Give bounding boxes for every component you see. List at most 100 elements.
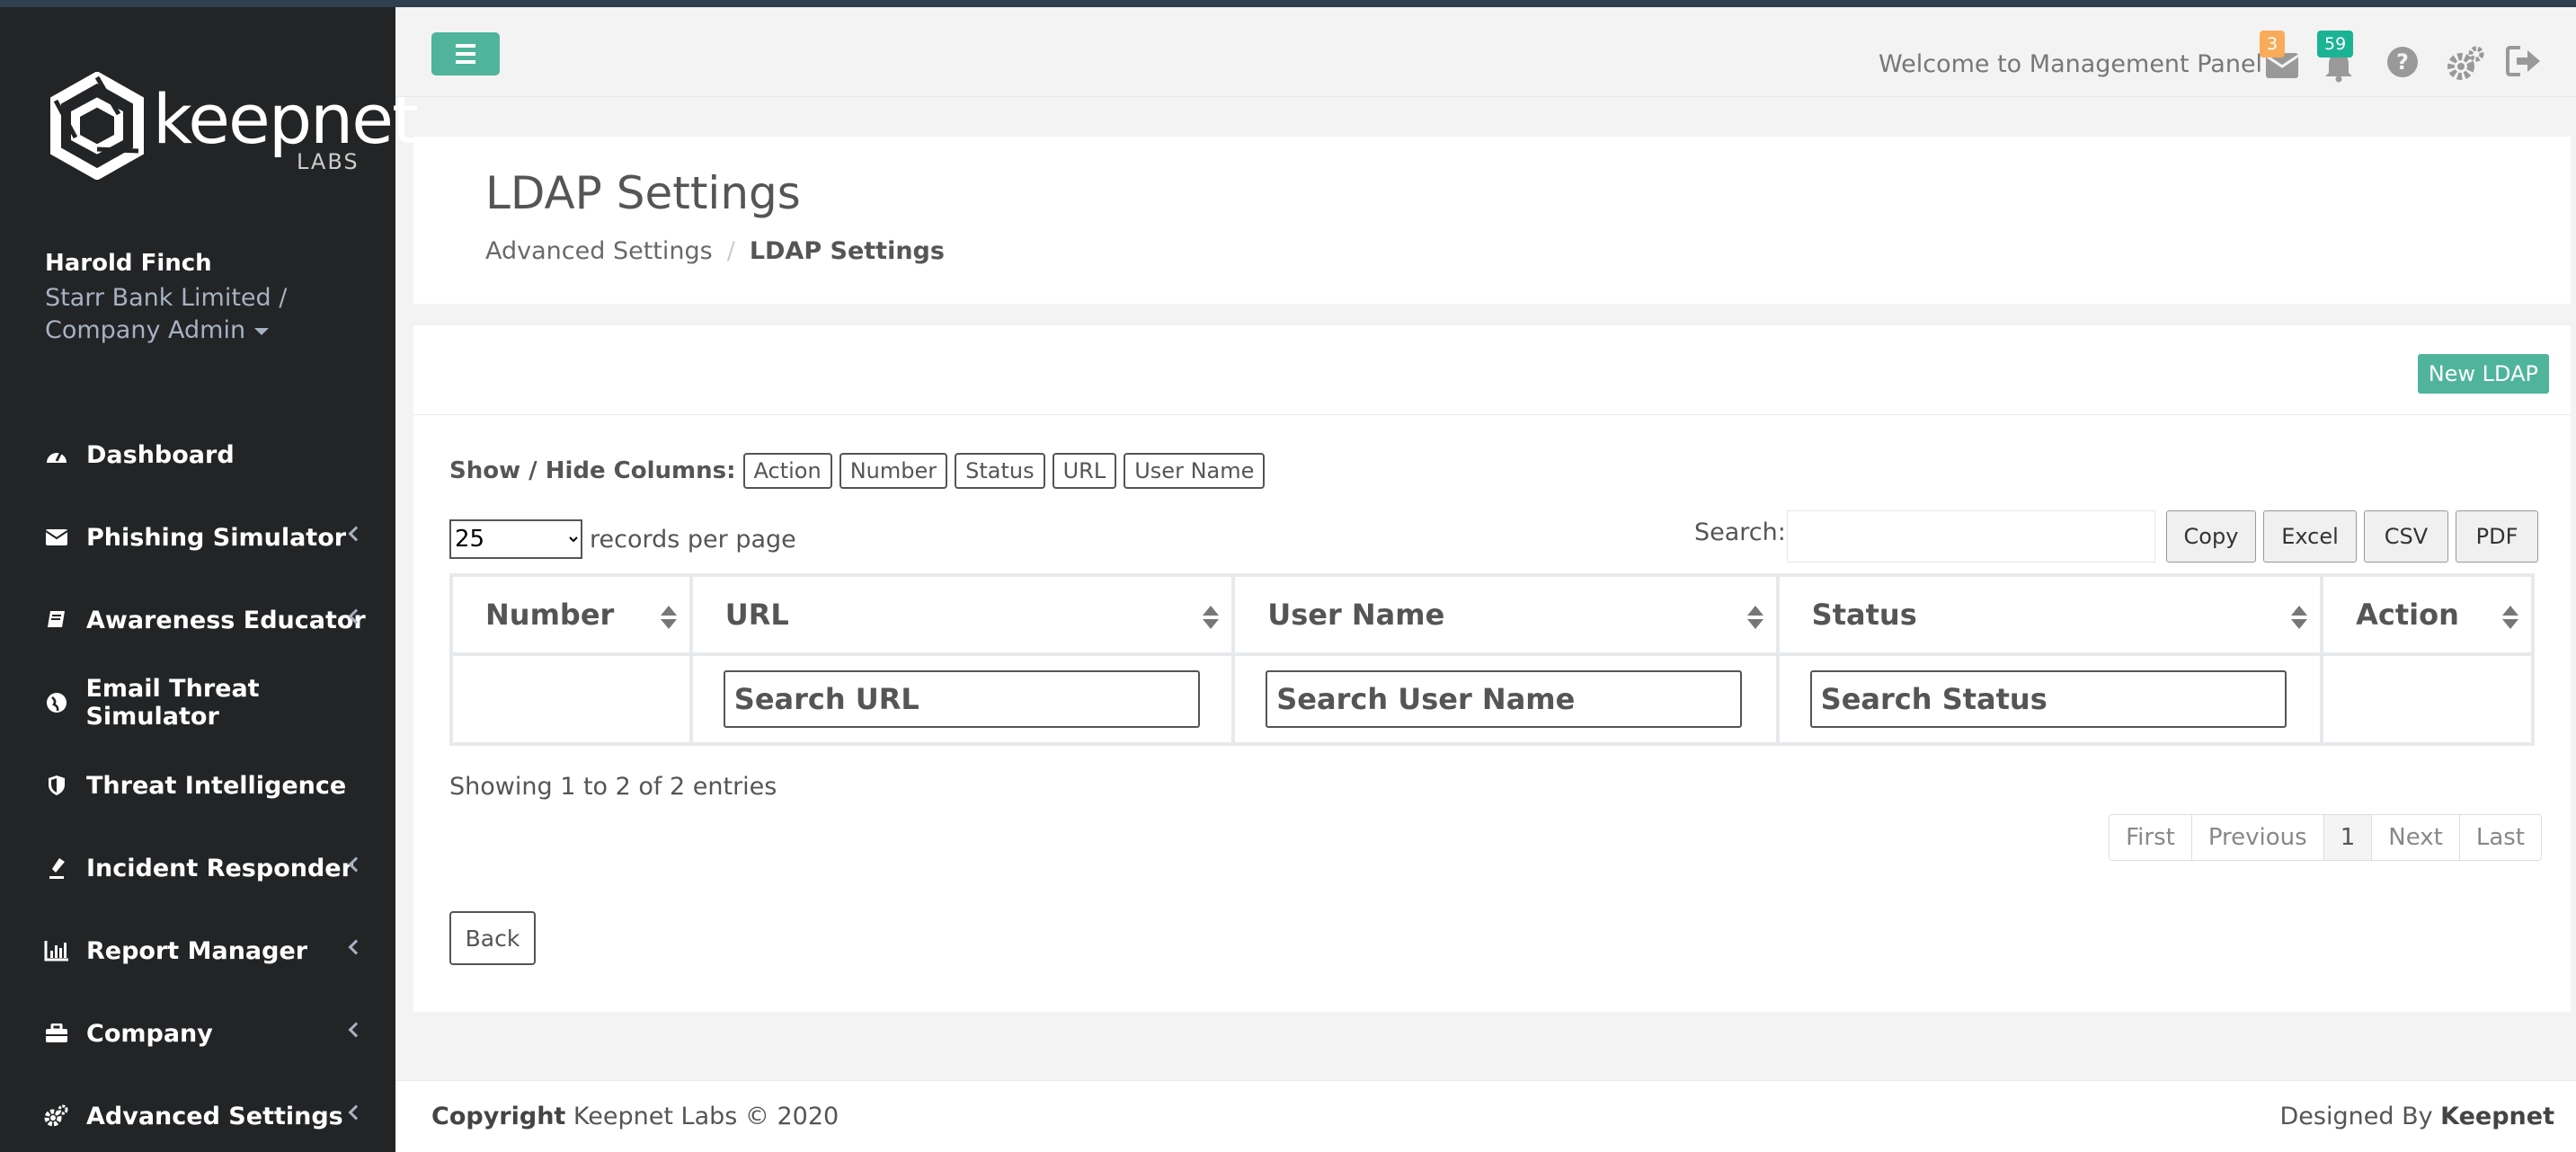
sidebar-item-incident-responder[interactable]: Incident Responder: [0, 827, 395, 909]
sidebar-item-report-manager[interactable]: Report Manager: [0, 909, 395, 992]
sidebar-item-company[interactable]: Company: [0, 992, 395, 1075]
profile-role: Company Admin: [45, 316, 246, 344]
sidebar-item-label: Awareness Educator: [86, 606, 366, 634]
pdf-button[interactable]: PDF: [2456, 510, 2538, 563]
table-info: Showing 1 to 2 of 2 entries: [449, 773, 777, 801]
chevron-left-icon: [348, 1022, 364, 1038]
logout-button[interactable]: [2506, 45, 2542, 81]
hamburger-icon-bar: [456, 52, 475, 56]
sidebar-item-label: Incident Responder: [86, 854, 353, 882]
sidebar-item-label: Threat Intelligence: [86, 771, 347, 800]
sidebar-item-label: Phishing Simulator: [86, 523, 347, 552]
page-heading-panel: LDAP Settings Advanced Settings / LDAP Set…: [413, 137, 2571, 304]
sidebar-nav: Dashboard Phishing Simulator Awareness E…: [0, 413, 395, 1152]
sidebar-item-label: Email Threat Simulator: [85, 675, 260, 731]
sidebar-item-label: Dashboard: [86, 440, 235, 469]
sidebar-item-email-threat-simulator[interactable]: Email Threat Simulator: [0, 661, 395, 744]
notifications-button[interactable]: 59: [2317, 31, 2358, 83]
logo-mark-icon: [50, 72, 144, 180]
back-button[interactable]: Back: [449, 911, 536, 965]
ldap-list-panel: New LDAP Show / Hide Columns: Action Num…: [413, 325, 2571, 1012]
sidebar-item-label: Report Manager: [86, 936, 308, 965]
column-header-action[interactable]: Action: [2320, 573, 2535, 656]
filter-cell-url: [688, 652, 1236, 746]
top-strip: [0, 0, 2576, 7]
sidebar-item-advanced-settings[interactable]: Advanced Settings: [0, 1075, 395, 1152]
book-icon: [43, 607, 70, 634]
records-per-page-label: records per page: [590, 525, 796, 554]
breadcrumb-current: LDAP Settings: [749, 237, 945, 265]
column-header-user-name[interactable]: User Name: [1231, 573, 1780, 656]
chevron-left-icon: [348, 1104, 364, 1121]
sort-icon: [2502, 606, 2518, 631]
footer-copyright: Copyright Keepnet Labs © 2020: [431, 1103, 839, 1130]
table-header-row: Number URL User Name Status Action: [449, 573, 2535, 656]
search-user-name-input[interactable]: [1266, 670, 1743, 728]
new-ldap-button[interactable]: New LDAP: [2417, 354, 2549, 394]
pagination-next[interactable]: Next: [2371, 814, 2460, 861]
records-per-page-select[interactable]: 25: [449, 519, 582, 559]
sidebar-item-awareness-educator[interactable]: Awareness Educator: [0, 579, 395, 661]
column-visibility-toggles: Show / Hide Columns: Action Number Statu…: [449, 453, 1266, 489]
pagination: First Previous 1 Next Last: [2109, 814, 2542, 861]
sidebar-item-phishing-simulator[interactable]: Phishing Simulator: [0, 496, 395, 579]
toggle-column-url[interactable]: URL: [1052, 453, 1117, 489]
toggle-column-user-name[interactable]: User Name: [1124, 453, 1266, 489]
menu-toggle-button[interactable]: [431, 32, 500, 75]
excel-button[interactable]: Excel: [2263, 510, 2357, 563]
breadcrumb-link-advanced-settings[interactable]: Advanced Settings: [485, 237, 713, 265]
panel-header: New LDAP: [413, 325, 2571, 415]
table-search-input[interactable]: [1787, 510, 2155, 563]
shield-icon: [43, 772, 70, 799]
dashboard-icon: [43, 441, 70, 468]
search-label: Search:: [1694, 518, 1786, 546]
fire-extinguisher-icon: [43, 855, 70, 882]
question-circle-icon: ?: [2387, 47, 2418, 77]
filter-cell-status: [1775, 652, 2324, 746]
footer: Copyright Keepnet Labs © 2020 Designed B…: [395, 1080, 2576, 1152]
column-header-status[interactable]: Status: [1775, 573, 2324, 656]
column-header-number[interactable]: Number: [449, 573, 693, 656]
sidebar-item-dashboard[interactable]: Dashboard: [0, 413, 395, 496]
footer-designed-by: Designed By Keepnet: [2280, 1103, 2554, 1130]
profile-name: Harold Finch: [45, 250, 212, 277]
pagination-last[interactable]: Last: [2458, 814, 2542, 861]
column-header-url[interactable]: URL: [688, 573, 1236, 656]
keepnet-logo[interactable]: keepnet LABS: [43, 66, 419, 192]
sort-icon: [2291, 606, 2308, 631]
settings-button[interactable]: [2447, 45, 2484, 81]
copyright-label: Copyright: [431, 1103, 566, 1130]
filter-cell-action: [2320, 652, 2535, 746]
mail-button[interactable]: 3: [2260, 31, 2301, 81]
sort-icon: [1746, 606, 1763, 631]
csv-button[interactable]: CSV: [2364, 510, 2448, 563]
help-button[interactable]: ?: [2385, 45, 2421, 81]
notification-count-badge: 59: [2317, 31, 2354, 58]
copy-button[interactable]: Copy: [2166, 510, 2256, 563]
toggle-column-number[interactable]: Number: [839, 453, 948, 489]
svg-text:?: ?: [2396, 49, 2409, 75]
filter-cell-user-name: [1231, 652, 1780, 746]
sidebar-item-threat-intelligence[interactable]: Threat Intelligence: [0, 744, 395, 827]
top-header: Welcome to Management Panel 3 59 ?: [395, 7, 2576, 97]
gears-icon: [2447, 46, 2484, 80]
gears-icon: [43, 1103, 70, 1130]
toggle-column-action[interactable]: Action: [742, 453, 832, 489]
sidebar-item-label: Advanced Settings: [86, 1102, 343, 1130]
chevron-left-icon: [348, 939, 364, 955]
search-url-input[interactable]: [723, 670, 1200, 728]
logo-subtext: LABS: [297, 149, 360, 174]
profile-company-dropdown[interactable]: Starr Bank Limited / Company Admin: [45, 282, 369, 347]
show-hide-columns-label: Show / Hide Columns:: [449, 457, 736, 484]
pagination-first[interactable]: First: [2109, 814, 2192, 861]
pagination-previous[interactable]: Previous: [2190, 814, 2324, 861]
search-status-input[interactable]: [1809, 670, 2287, 728]
pagination-page-1[interactable]: 1: [2323, 814, 2373, 861]
mail-count-badge: 3: [2260, 31, 2286, 58]
page-title: LDAP Settings: [485, 167, 801, 219]
briefcase-icon: [43, 1020, 70, 1047]
records-per-page: 25 records per page: [449, 519, 796, 559]
toggle-column-status[interactable]: Status: [955, 453, 1045, 489]
chevron-left-icon: [348, 526, 364, 542]
copyright-text: Keepnet Labs © 2020: [565, 1103, 839, 1130]
